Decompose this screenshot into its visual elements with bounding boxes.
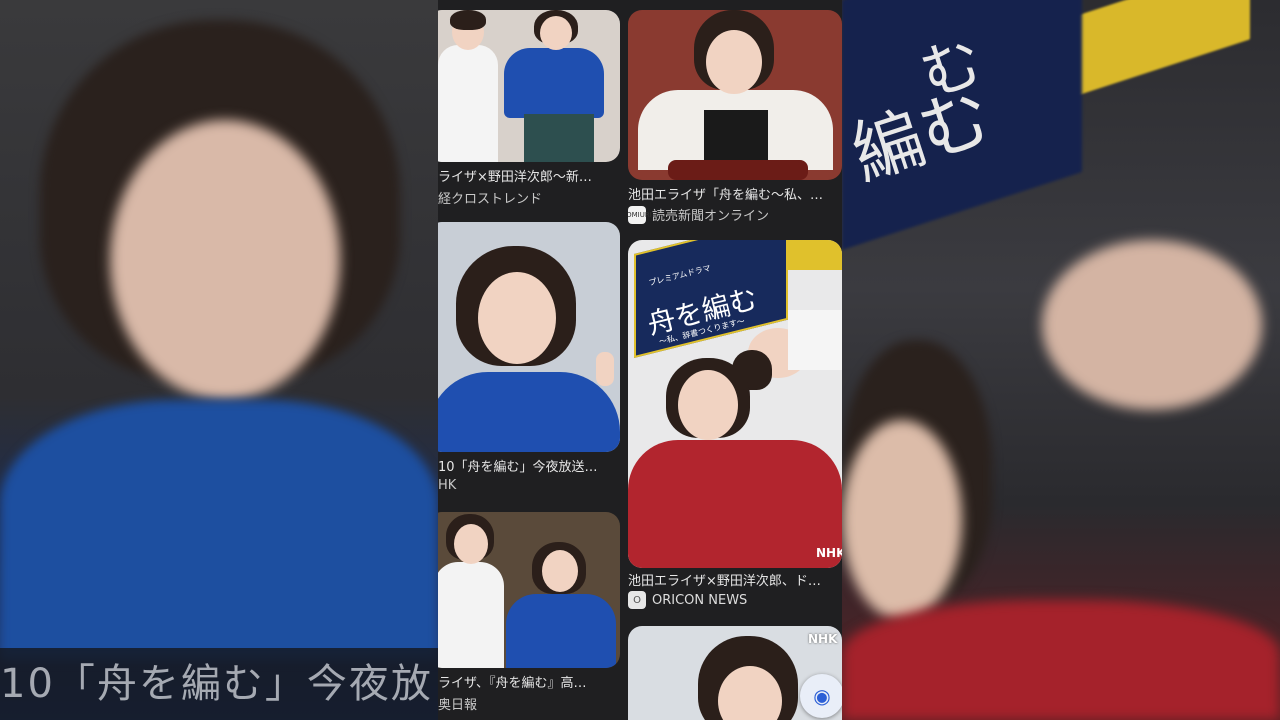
oricon-logo-icon: O xyxy=(628,591,646,609)
white-shirt xyxy=(438,45,498,162)
blurred-red-sweater xyxy=(842,600,1280,720)
white-shirt xyxy=(438,562,504,668)
blurred-caption: 10「舟を編む」今夜放 xyxy=(0,648,438,720)
blurred-blouse xyxy=(0,400,438,660)
result-source[interactable]: HK xyxy=(438,478,622,493)
result-source[interactable]: 経クロストレンド xyxy=(438,188,622,207)
result-source[interactable]: O ORICON NEWS xyxy=(628,591,842,609)
woman-head xyxy=(478,272,556,364)
lens-icon[interactable]: ◉ xyxy=(800,674,842,718)
result-thumbnail[interactable] xyxy=(628,10,842,180)
source-label: HK xyxy=(438,478,457,493)
woman-head xyxy=(540,16,572,50)
source-label: 奥日報 xyxy=(438,698,478,713)
source-label: 経クロストレンド xyxy=(438,192,543,207)
result-thumbnail[interactable] xyxy=(438,512,620,668)
red-chair xyxy=(668,160,808,180)
blue-blouse xyxy=(506,594,616,668)
green-skirt xyxy=(524,114,594,162)
result-caption[interactable]: 池田エライザ「舟を編む〜私、… xyxy=(628,184,842,203)
source-label: ORICON NEWS xyxy=(652,592,748,608)
result-card[interactable]: プレミアムドラマ 舟を編む 〜私、辞書つくります〜 NHK 池田エライザ×野田洋… xyxy=(628,240,842,616)
result-card[interactable]: 10「舟を編む」今夜放送… HK xyxy=(438,222,622,502)
poster-network-badge: NHK xyxy=(816,546,842,560)
result-caption[interactable]: ライザ、『舟を編む』高… xyxy=(438,672,622,691)
result-source[interactable]: 奥日報 xyxy=(438,694,622,713)
pointing-hand xyxy=(596,352,614,386)
result-card[interactable]: ライザ、『舟を編む』高… 奥日報 xyxy=(438,512,622,720)
man-hair xyxy=(450,10,486,30)
blue-blouse xyxy=(504,48,604,118)
image-results-feed[interactable]: ライザ×野田洋次郎〜新… 経クロストレンド 池田エライザ「舟を編む〜私、… YO… xyxy=(438,0,842,720)
result-thumbnail[interactable]: プレミアムドラマ 舟を編む 〜私、辞書つくります〜 NHK xyxy=(628,240,842,568)
result-thumbnail[interactable] xyxy=(438,10,620,162)
blurred-face-front xyxy=(842,420,962,620)
source-label: 読売新聞オンライン xyxy=(652,209,770,224)
man-head xyxy=(454,524,488,564)
result-thumbnail[interactable] xyxy=(438,222,620,452)
woman-head xyxy=(678,370,738,440)
left-blurred-background: 10「舟を編む」今夜放 xyxy=(0,0,438,720)
result-caption[interactable]: 池田エライザ×野田洋次郎、ド… xyxy=(628,570,842,589)
network-badge: NHK xyxy=(808,632,838,646)
result-caption[interactable]: 10「舟を編む」今夜放送… xyxy=(438,456,622,475)
result-source[interactable]: YOMIURI 読売新聞オンライン xyxy=(628,205,842,224)
blue-blouse xyxy=(438,372,620,452)
woman-head xyxy=(542,550,578,592)
man-shirt xyxy=(788,310,842,370)
result-card[interactable]: NHK ◉ xyxy=(628,626,842,720)
red-sweater xyxy=(628,440,842,568)
blurred-face-upside xyxy=(1042,240,1262,410)
result-card[interactable]: 池田エライザ「舟を編む〜私、… YOMIURI 読売新聞オンライン xyxy=(628,0,842,230)
result-card[interactable]: ライザ×野田洋次郎〜新… 経クロストレンド xyxy=(438,0,622,215)
result-caption[interactable]: ライザ×野田洋次郎〜新… xyxy=(438,166,622,185)
blurred-face xyxy=(110,120,340,400)
woman-head xyxy=(706,30,762,94)
yomiuri-logo-icon: YOMIURI xyxy=(628,205,652,224)
